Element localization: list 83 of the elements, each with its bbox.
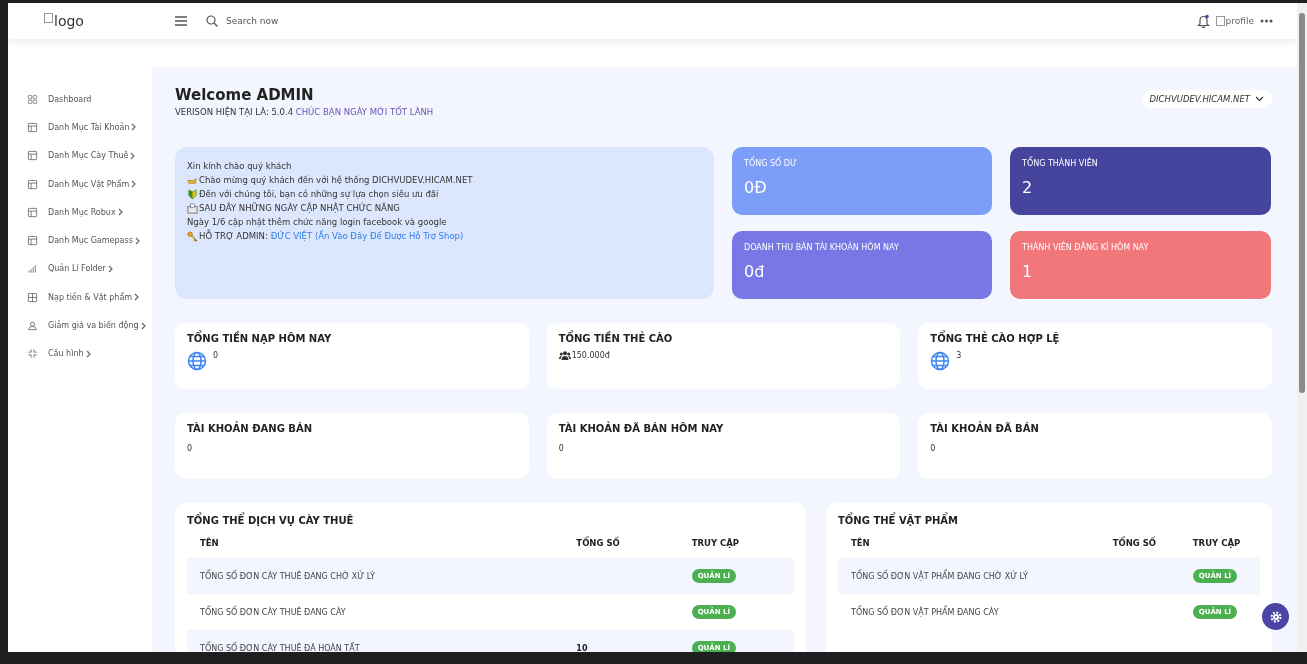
table-cell: 10 [576,643,588,652]
more-icon[interactable] [1260,19,1273,23]
search-field[interactable]: Search now [224,15,428,27]
column-header: TRUY CẬP [1179,532,1260,558]
layout-icon [27,150,38,162]
stat-value: 1 [1022,262,1034,281]
column-header: TÊN [838,532,1100,558]
sidebar-label: Danh Mục Gamepass [48,236,133,246]
notice-text: Đến với chúng tôi, bạn có những sự lựa chọn siêu ưu đãi [199,188,439,201]
summary-value: 0 [213,351,219,360]
sidebar-item[interactable]: Giảm giá va biến động [8,311,152,340]
sidebar-item[interactable]: Cấu hình [8,339,152,368]
summary-title: TÀI KHOẢN ĐÃ BÁN HÔM NAY [558,423,725,434]
key-icon [187,230,198,242]
sidebar-label: Giảm giá va biến động [48,321,139,330]
layout-icon [27,235,38,247]
column-header: TỔNG SỐ [1099,532,1180,558]
summary-value: 0 [558,444,564,453]
column-header: TÊN [187,532,564,558]
sidebar-item[interactable]: Quản Lí Folder [8,254,152,284]
sidebar-item[interactable]: Dashboard [8,85,152,114]
scrollbar-thumb[interactable] [1299,13,1305,393]
summary-value: 3 [956,351,962,360]
version-text: VERISON HIỆN TẠI LÀ: 5.0.4 [175,107,294,117]
globe-icon [187,351,207,371]
table-cell: TỔNG SỐ ĐƠN VẬT PHẨM ĐANG CHỜ XỬ LÝ [838,558,1100,594]
stat-value: 0Đ [744,178,768,197]
grid-icon [27,93,38,105]
users-icon [558,351,571,360]
sidebar-label: Danh Mục Vật Phẩm [48,179,130,189]
broken-logo-image[interactable]: logo [44,13,174,29]
notice-text: Chào mừng quý khách đến với hệ thống DICHVUDEV.HICAM.NET [199,174,473,187]
search-icon [206,15,218,27]
sidebar-label: Cấu hình [48,349,84,359]
sidebar-label: Dashboard [48,94,92,104]
sidebar-label: Danh Mục Robux [48,207,116,217]
shield-icon [187,188,198,200]
sidebar-item[interactable]: Danh Mục Robux [8,198,152,227]
table-cell: TỔNG SỐ ĐƠN CÀY THUÊ ĐANG CHỜ XỬ LÝ [187,558,564,594]
stat-value: 2 [1022,178,1034,197]
sidebar-item[interactable]: Danh Mục Gamepass [8,226,152,255]
layout-icon [27,206,38,218]
stat-label: THÀNH VIÊN ĐĂNG KÍ HÔM NAY [1022,243,1150,252]
domain-select[interactable]: DICHVUDEV.HICAM.NET [1141,90,1272,108]
layout-icon [27,178,38,190]
welcome-title: Welcome ADMIN [175,86,315,104]
globe-icon [930,351,951,371]
table-cell: TỔNG SỐ ĐƠN CÀY THUÊ ĐANG CÀY [187,594,564,630]
sidebar-item[interactable]: Nạp tiền & Vật phẩm [8,283,152,312]
chevron-down-icon [1255,96,1264,102]
shrink-icon [27,348,38,360]
notice-text: HỖ TRỢ ADMIN: [199,229,268,243]
sidebar-item[interactable]: Danh Mục Cày Thuê [8,141,152,170]
table-cell: TỔNG SỐ ĐƠN CÀY THUÊ ĐÃ HOÀN TẤT [187,630,564,652]
stat-label: DOANH THU BÁN TÀI KHOẢN HÔM NAY [744,243,900,252]
summary-title: TÀI KHOẢN ĐANG BÁN [187,423,314,434]
bell-icon[interactable] [1196,14,1210,28]
notice-text: SAU ĐÂY NHỮNG NGÀY CẬP NHẬT CHỨC NĂNG [199,201,400,215]
sidebar-label: Danh Mục Tài Khoản [48,122,130,132]
user-icon [27,320,38,331]
table-icon [27,291,38,303]
summary-title: TÀI KHOẢN ĐÃ BÁN [930,423,1040,434]
greeting-text: CHÚC BẠN NGÀY MỚI TỐT LÀNH [295,107,434,117]
settings-icon [1269,610,1282,623]
chart-icon [27,263,38,275]
notice-text: Xin kính chào quý khách [187,160,292,173]
column-header: TỔNG SỐ [563,532,679,558]
sidebar-label: Quản Lí Folder [48,264,106,274]
layout-icon [27,121,38,133]
summary-value: 0 [930,444,936,453]
summary-value: 150.000đ [571,351,610,360]
table-cell: TỔNG SỐ ĐƠN VẬT PHẨM ĐANG CÀY [838,594,1100,630]
sidebar-label: Danh Mục Cày Thuê [48,151,129,161]
summary-value: 0 [187,444,193,453]
sidebar-item[interactable]: Danh Mục Vật Phẩm [8,169,152,199]
menu-icon[interactable] [174,15,188,27]
stat-value: 0đ [744,262,766,281]
sidebar-item[interactable]: Danh Mục Tài Khoản [8,113,152,142]
inbox-icon [187,202,198,214]
notice-text: Ngày 1/6 cập nhật thêm chức năng login facebook và google [187,216,447,229]
sidebar-label: Nạp tiền & Vật phẩm [48,292,133,302]
column-header: TRUY CẬP [678,532,794,558]
broken-profile-image[interactable]: profile [1215,16,1254,26]
